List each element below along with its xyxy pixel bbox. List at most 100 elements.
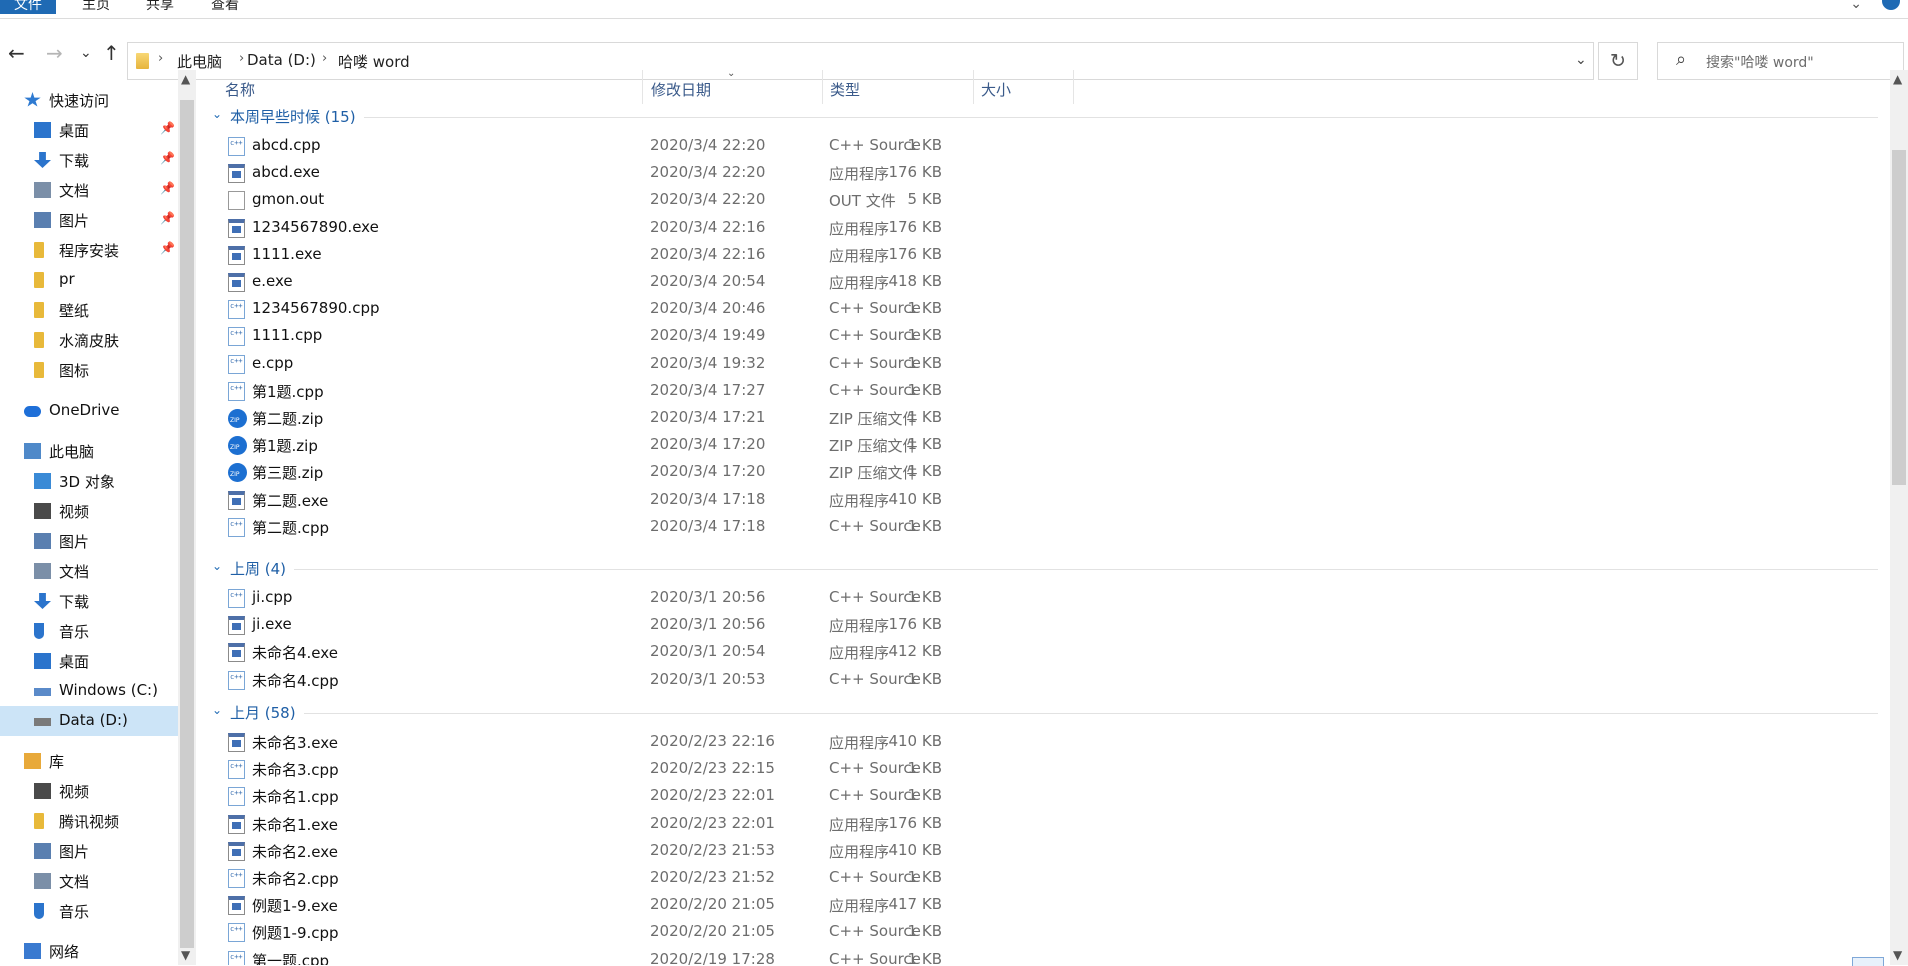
file-row[interactable]: 未命名4.exe 2020/3/1 20:54 应用程序 412 KB [198,639,1888,666]
chevron-down-icon[interactable]: ⌄ [212,107,222,121]
breadcrumb-separator[interactable]: › [322,51,327,66]
zip-file-icon [228,463,247,483]
column-divider[interactable] [1073,70,1074,104]
file-row[interactable]: 第1题.zip 2020/3/4 17:20 ZIP 压缩文件1 KB [198,432,1888,459]
chevron-down-icon[interactable]: ⌄ [212,559,222,573]
file-row[interactable]: 未命名2.cpp2020/2/23 21:52C++ Source1 KB [198,865,1888,892]
file-row[interactable]: 例题1-9.exe 2020/2/20 21:05 应用程序 417 KB [198,892,1888,919]
nav-item-26[interactable]: music-icon 音乐 [0,896,178,926]
column-divider[interactable] [973,70,974,104]
file-row[interactable]: abcd.exe 2020/3/4 22:20 应用程序 176 KB [198,160,1888,187]
nav-item-4[interactable]: picture-icon 图片 📌 [0,205,178,235]
file-row[interactable]: 未命名4.cpp2020/3/1 20:53C++ Source1 KB [198,667,1888,694]
group-header[interactable]: ⌄ 本周早些时候 (15) [198,104,1888,132]
file-row[interactable]: abcd.cpp2020/3/4 22:20C++ Source1 KB [198,133,1888,160]
breadcrumb-current-folder[interactable]: 哈喽 word [338,51,410,72]
forward-button[interactable]: → [46,41,63,65]
file-name: 第三题.zip [252,464,324,483]
nav-item-13[interactable]: video-icon 视频 [0,496,178,526]
file-name: 未命名3.cpp [252,761,339,780]
recent-locations-button[interactable]: ⌄ [80,45,92,61]
file-row[interactable]: 未命名1.exe 2020/2/23 22:01 应用程序 176 KB [198,811,1888,838]
search-input[interactable]: 搜索"哈喽 word" [1706,52,1814,72]
navigation-pane-scrollbar[interactable]: ▲ ▼ [178,70,196,965]
chevron-down-icon[interactable]: ⌄ [212,703,222,717]
breadcrumb-this-pc[interactable]: 此电脑 [177,51,222,72]
tab-share[interactable]: 共享 [134,0,186,14]
nav-item-12[interactable]: cube-icon 3D 对象 [0,466,178,496]
column-divider[interactable] [642,70,643,104]
nav-item-5[interactable]: folder-icon 程序安装 📌 [0,235,178,265]
file-list-scrollbar[interactable]: ▲ ▼ [1890,70,1908,965]
file-row[interactable]: 第一题.cpp2020/2/19 17:28C++ Source1 KB [198,947,1888,965]
column-header-size[interactable]: 大小 [981,79,1011,100]
expand-ribbon-button[interactable]: ⌄ [1850,0,1862,12]
group-header[interactable]: ⌄ 上周 (4) [198,554,1888,584]
nav-item-20[interactable]: drive-icon Data (D:) [0,706,178,736]
nav-item-16[interactable]: download-icon 下载 [0,586,178,616]
file-row[interactable]: gmon.out 2020/3/4 22:20 OUT 文件 5 KB [198,187,1888,214]
up-button[interactable]: ↑ [103,41,120,65]
file-row[interactable]: 未命名1.cpp2020/2/23 22:01C++ Source1 KB [198,783,1888,810]
nav-item-21[interactable]: library-icon 库 [0,746,178,776]
file-row[interactable]: ji.exe 2020/3/1 20:56 应用程序 176 KB [198,612,1888,639]
nav-item-9[interactable]: folder-icon 图标 [0,355,178,385]
group-header[interactable]: ⌄ 上月 (58) [198,698,1888,728]
scroll-down-arrow[interactable]: ▼ [1893,948,1902,962]
column-header-name[interactable]: 名称 [225,79,255,100]
nav-item-7[interactable]: folder-icon 壁纸 [0,295,178,325]
file-row[interactable]: 未命名2.exe 2020/2/23 21:53 应用程序 410 KB [198,838,1888,865]
file-row[interactable]: 1234567890.exe 2020/3/4 22:16 应用程序 176 KB [198,215,1888,242]
nav-item-25[interactable]: document-icon 文档 [0,866,178,896]
nav-item-18[interactable]: desktop-icon 桌面 [0,646,178,676]
file-row[interactable]: e.exe 2020/3/4 20:54 应用程序 418 KB [198,269,1888,296]
file-row[interactable]: 第二题.exe 2020/3/4 17:18 应用程序 410 KB [198,487,1888,514]
nav-item-17[interactable]: music-icon 音乐 [0,616,178,646]
scroll-down-arrow[interactable]: ▼ [181,948,190,962]
column-divider[interactable] [822,70,823,104]
column-header-date[interactable]: 修改日期 [651,79,711,100]
breadcrumb-separator[interactable]: › [239,51,244,66]
nav-item-22[interactable]: video-icon 视频 [0,776,178,806]
scroll-up-arrow[interactable]: ▲ [181,72,190,86]
column-header-type[interactable]: 类型 [830,79,860,100]
nav-item-6[interactable]: folder-icon pr [0,265,178,295]
address-history-dropdown[interactable]: ⌄ [1575,52,1587,68]
nav-item-1[interactable]: desktop-icon 桌面 📌 [0,115,178,145]
tab-file[interactable]: 文件 [0,0,56,14]
nav-item-10[interactable]: cloud-icon OneDrive [0,396,178,426]
file-row[interactable]: 1111.cpp2020/3/4 19:49C++ Source1 KB [198,323,1888,350]
tab-view[interactable]: 查看 [199,0,251,14]
nav-item-11[interactable]: computer-icon 此电脑 [0,436,178,466]
scrollbar-thumb[interactable] [1892,150,1906,485]
file-row[interactable]: 1234567890.cpp2020/3/4 20:46C++ Source1 … [198,296,1888,323]
file-row[interactable]: e.cpp2020/3/4 19:32C++ Source1 KB [198,351,1888,378]
file-row[interactable]: 第二题.cpp2020/3/4 17:18C++ Source1 KB [198,514,1888,541]
file-row[interactable]: 例题1-9.cpp2020/2/20 21:05C++ Source1 KB [198,919,1888,946]
nav-item-19[interactable]: drive-icon Windows (C:) [0,676,178,706]
nav-item-23[interactable]: folder-icon 腾讯视频 [0,806,178,836]
nav-item-8[interactable]: folder-icon 水滴皮肤 [0,325,178,355]
file-row[interactable]: ji.cpp2020/3/1 20:56C++ Source1 KB [198,585,1888,612]
back-button[interactable]: ← [8,41,25,65]
nav-item-3[interactable]: document-icon 文档 📌 [0,175,178,205]
file-row[interactable]: 第二题.zip 2020/3/4 17:21 ZIP 压缩文件1 KB [198,405,1888,432]
nav-item-2[interactable]: download-icon 下载 📌 [0,145,178,175]
help-icon[interactable] [1882,0,1900,10]
file-row[interactable]: 未命名3.cpp2020/2/23 22:15C++ Source1 KB [198,756,1888,783]
scrollbar-thumb[interactable] [180,100,194,948]
file-row[interactable]: 第三题.zip 2020/3/4 17:20 ZIP 压缩文件1 KB [198,459,1888,486]
nav-item-24[interactable]: picture-icon 图片 [0,836,178,866]
nav-item-15[interactable]: document-icon 文档 [0,556,178,586]
file-row[interactable]: 未命名3.exe 2020/2/23 22:16 应用程序 410 KB [198,729,1888,756]
nav-item-14[interactable]: picture-icon 图片 [0,526,178,556]
nav-item-27[interactable]: network-icon 网络 [0,936,178,965]
file-row[interactable]: 第1题.cpp2020/3/4 17:27C++ Source1 KB [198,378,1888,405]
scroll-up-arrow[interactable]: ▲ [1893,72,1902,86]
file-row[interactable]: 1111.exe 2020/3/4 22:16 应用程序 176 KB [198,242,1888,269]
nav-item-0[interactable]: star-icon 快速访问 [0,85,178,115]
breadcrumb-separator[interactable]: › [158,51,163,66]
document-icon: document-icon [34,873,51,889]
tab-home[interactable]: 主页 [70,0,122,14]
breadcrumb-data-drive[interactable]: Data (D:) [247,51,316,69]
